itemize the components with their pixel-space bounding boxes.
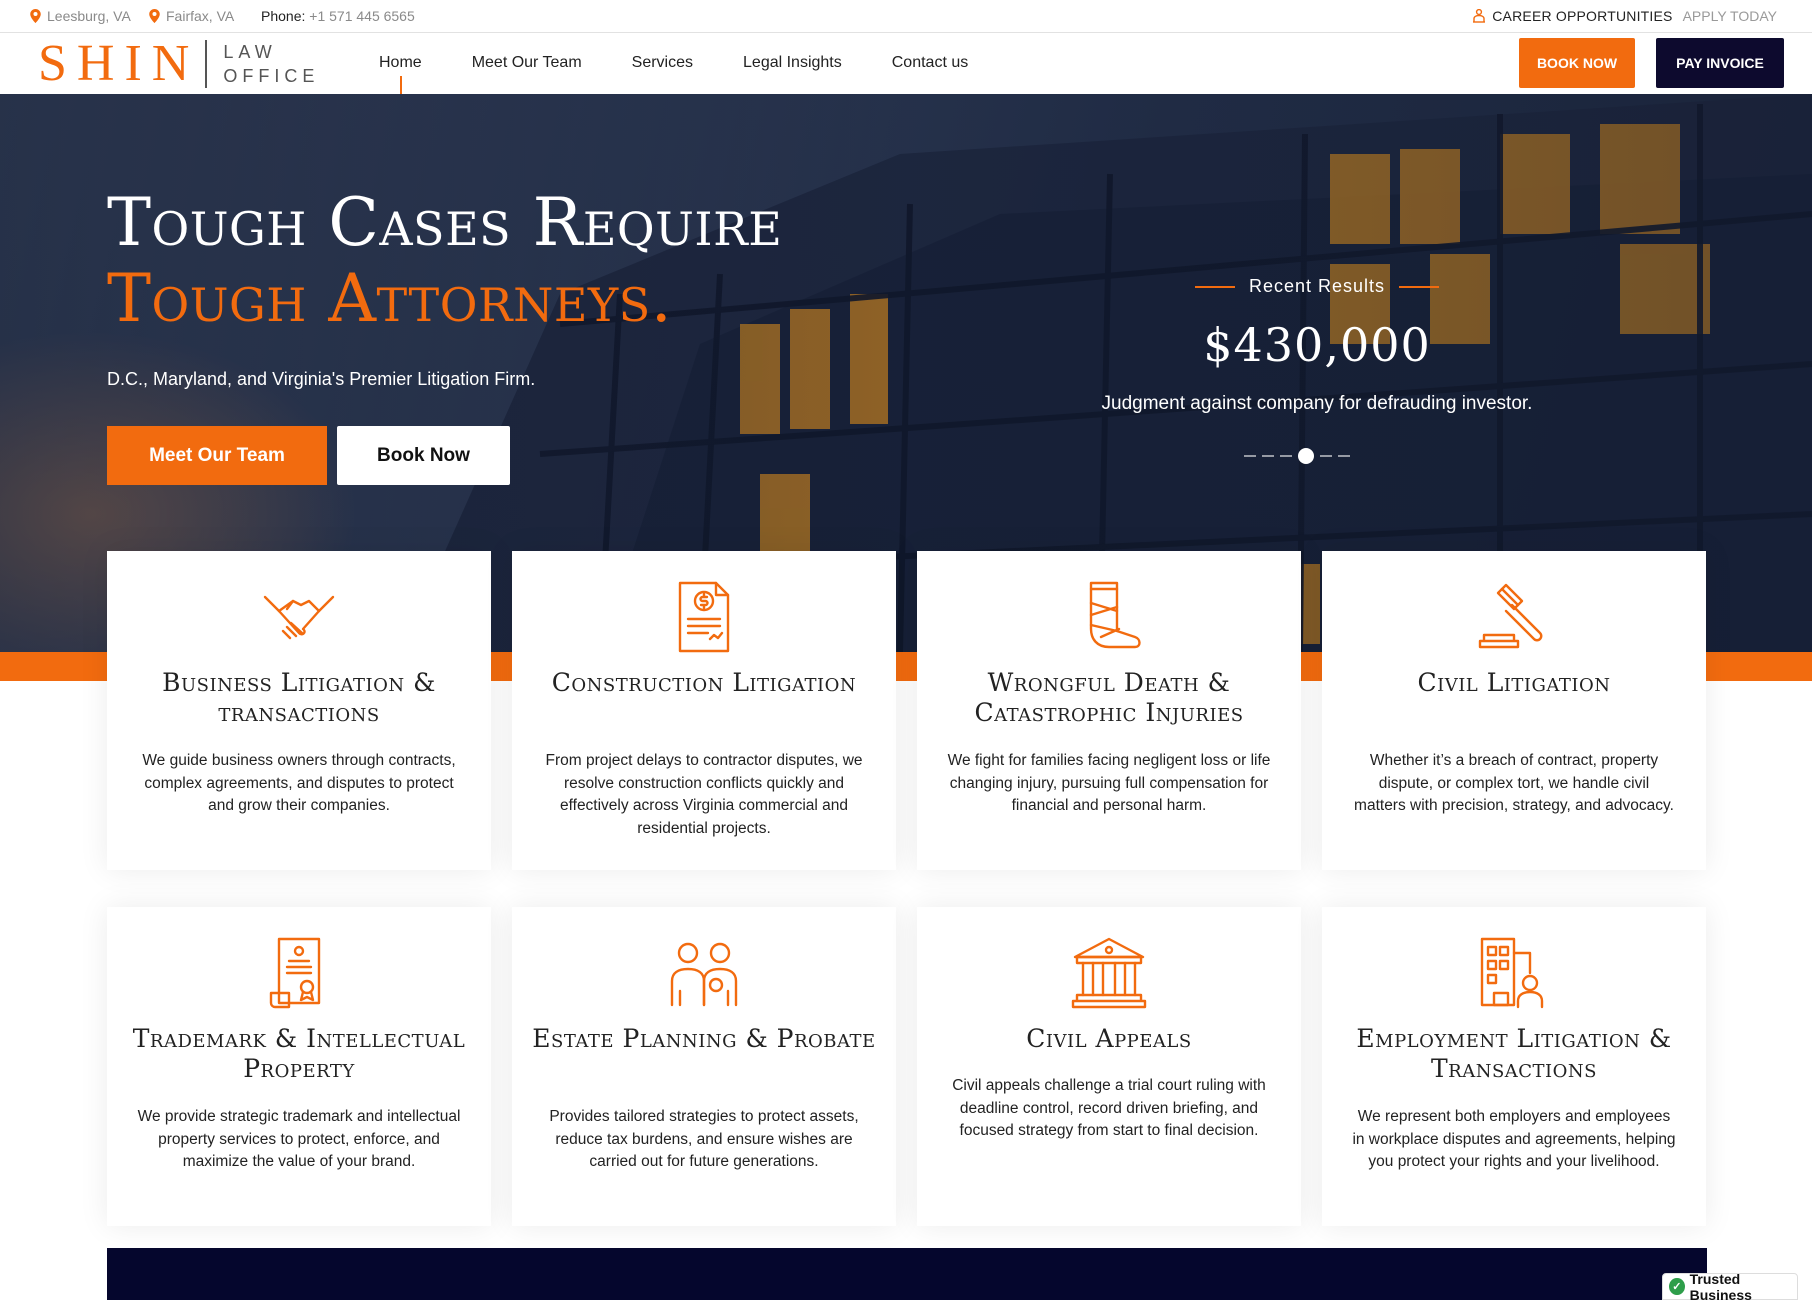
family-icon <box>670 942 738 1007</box>
check-icon: ✓ <box>1669 1278 1685 1295</box>
logo-line-law: LAW <box>223 42 277 62</box>
map-pin-icon <box>149 9 160 23</box>
location-leesburg[interactable]: Leesburg, VA <box>30 8 131 24</box>
service-title: Civil Litigation <box>1417 668 1611 697</box>
service-card-wrongful-death[interactable]: Wrongful Death & Catastrophic Injuries W… <box>917 551 1301 870</box>
invoice-document-icon <box>678 581 730 653</box>
service-card-construction-litigation[interactable]: Construction Litigation From project del… <box>512 551 896 870</box>
recent-results-label: Recent Results <box>1192 276 1442 297</box>
trusted-business-badge[interactable]: ✓ Trusted Business <box>1662 1270 1798 1300</box>
nav-home[interactable]: Home <box>379 54 422 94</box>
certificate-icon <box>269 937 321 1009</box>
service-description: From project delays to contractor disput… <box>545 752 863 837</box>
service-title: Employment Litigation & Transactions <box>1356 1024 1672 1083</box>
service-description: Whether it’s a breach of contract, prope… <box>1354 752 1674 814</box>
slider-dot[interactable] <box>1280 455 1292 457</box>
service-title: Civil Appeals <box>1026 1024 1192 1053</box>
service-card-estate-planning[interactable]: Estate Planning & Probate Provides tailo… <box>512 907 896 1226</box>
career-label: CAREER OPPORTUNITIES <box>1492 8 1673 24</box>
slider-dot[interactable] <box>1338 455 1350 457</box>
main-nav: Home Meet Our Team Services Legal Insigh… <box>379 54 968 94</box>
nav-legal-insights[interactable]: Legal Insights <box>743 54 842 72</box>
recent-results-text: Recent Results <box>1248 276 1386 296</box>
service-card-business-litigation[interactable]: Business Litigation & transactions We gu… <box>107 551 491 870</box>
nav-services[interactable]: Services <box>632 54 693 72</box>
pay-invoice-button[interactable]: PAY INVOICE <box>1656 38 1784 88</box>
service-card-civil-appeals[interactable]: Civil Appeals Civil appeals challenge a … <box>917 907 1301 1226</box>
hero-title-line1: Tough Cases Require <box>107 184 783 261</box>
leg-cast-icon <box>1089 581 1141 649</box>
hero-subtitle: D.C., Maryland, and Virginia's Premier L… <box>107 369 536 389</box>
hero-title-line2: Tough Attorneys. <box>107 260 673 337</box>
service-title: Trademark & Intellectual Property <box>132 1024 466 1083</box>
service-description: We fight for families facing negligent l… <box>947 752 1271 814</box>
decor-line <box>1399 285 1440 288</box>
service-description: We represent both employers and employee… <box>1352 1108 1676 1170</box>
courthouse-icon <box>1071 937 1147 1009</box>
main-header: SHIN LAW OFFICE Home Meet Our Team Servi… <box>0 34 1812 94</box>
service-title: Wrongful Death & Catastrophic Injuries <box>974 668 1244 727</box>
service-description: We provide strategic trademark and intel… <box>137 1108 461 1170</box>
hero-book-now-button[interactable]: Book Now <box>337 426 510 485</box>
phone-number-link[interactable]: +1 571 445 6565 <box>309 8 415 24</box>
service-card-employment-litigation[interactable]: Employment Litigation & Transactions We … <box>1322 907 1706 1226</box>
logo-divider <box>205 40 208 88</box>
phone-info: Phone: +1 571 445 6565 <box>261 8 415 24</box>
service-title: Construction Litigation <box>551 668 857 697</box>
top-bar: Leesburg, VA Fairfax, VA Phone: +1 571 4… <box>0 0 1812 33</box>
logo-wordmark: SHIN <box>38 35 200 92</box>
trusted-business-label: Trusted Business <box>1689 1270 1752 1300</box>
location-fairfax[interactable]: Fairfax, VA <box>149 8 234 24</box>
site-logo[interactable]: SHIN LAW OFFICE <box>38 38 319 90</box>
slider-dot[interactable] <box>1244 455 1256 457</box>
office-worker-icon <box>1480 937 1544 1009</box>
service-card-civil-litigation[interactable]: Civil Litigation Whether it’s a breach o… <box>1322 551 1706 870</box>
map-pin-icon <box>30 9 41 23</box>
slider-dot-active[interactable] <box>1298 448 1314 464</box>
book-now-button[interactable]: BOOK NOW <box>1519 38 1635 88</box>
handshake-icon <box>263 595 335 640</box>
service-title: Estate Planning & Probate <box>532 1024 876 1053</box>
location-label: Fairfax, VA <box>166 8 235 24</box>
nav-contact-us[interactable]: Contact us <box>892 54 968 72</box>
nav-meet-our-team[interactable]: Meet Our Team <box>472 54 582 72</box>
slider-dot[interactable] <box>1262 455 1274 457</box>
slider-dot[interactable] <box>1320 455 1332 457</box>
result-description: Judgment against company for defrauding … <box>1101 393 1533 414</box>
career-icon <box>1473 9 1486 23</box>
service-description: Civil appeals challenge a trial court ru… <box>952 1077 1266 1139</box>
service-description: Provides tailored strategies to protect … <box>549 1108 859 1170</box>
meet-our-team-button[interactable]: Meet Our Team <box>107 426 327 485</box>
apply-today-link[interactable]: APPLY TODAY <box>1683 8 1777 24</box>
career-link[interactable]: CAREER OPPORTUNITIES APPLY TODAY <box>1472 8 1777 24</box>
gavel-icon <box>1478 583 1543 649</box>
phone-label: Phone: <box>261 8 306 24</box>
service-description: We guide business owners through contrac… <box>142 752 456 814</box>
logo-line-office: OFFICE <box>223 66 320 86</box>
service-title: Business Litigation & transactions <box>162 668 436 727</box>
decor-line <box>1194 285 1235 288</box>
next-section-banner <box>107 1248 1707 1300</box>
result-amount: $430,000 <box>1203 318 1431 372</box>
location-label: Leesburg, VA <box>47 8 131 24</box>
logo-subtitle: LAW OFFICE <box>223 40 319 88</box>
service-card-trademark[interactable]: Trademark & Intellectual Property We pro… <box>107 907 491 1226</box>
results-slider-dots <box>1244 448 1350 464</box>
